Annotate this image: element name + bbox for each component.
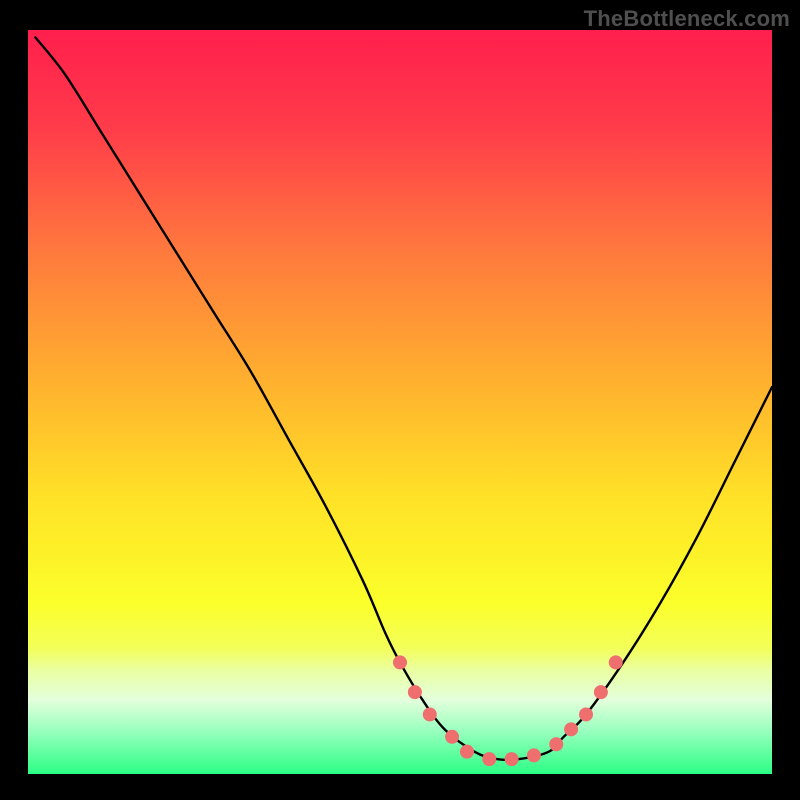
highlight-point [445,730,459,744]
highlight-point [505,752,519,766]
highlight-point [527,748,541,762]
highlight-point [609,655,623,669]
watermark-text: TheBottleneck.com [584,6,790,32]
highlight-point [482,752,496,766]
highlight-point [460,745,474,759]
highlight-point [408,685,422,699]
highlight-point [594,685,608,699]
highlight-point [579,707,593,721]
highlight-point [564,722,578,736]
highlight-point [549,737,563,751]
highlight-point [423,707,437,721]
bottleneck-chart [28,30,772,774]
chart-frame: TheBottleneck.com [0,0,800,800]
highlight-point [393,655,407,669]
plot-area [28,30,772,774]
